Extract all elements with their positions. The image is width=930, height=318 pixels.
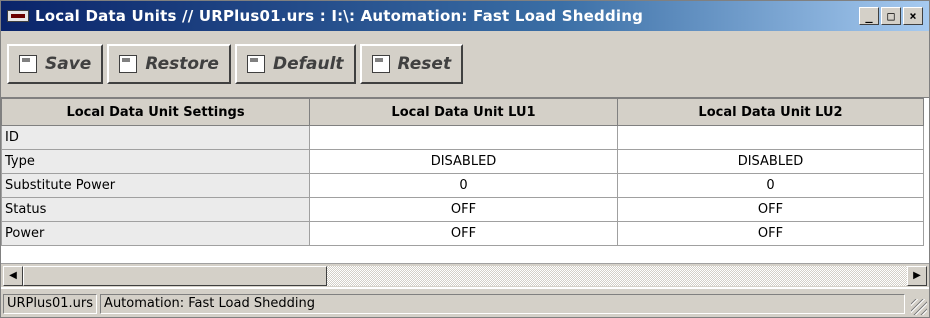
scrollbar-track[interactable] xyxy=(327,266,907,286)
scroll-right-button[interactable]: ▶ xyxy=(907,266,927,286)
restore-icon xyxy=(119,55,138,73)
cell-lu2-power[interactable]: OFF xyxy=(617,221,924,246)
restore-button[interactable]: Restore xyxy=(107,44,231,84)
cell-lu2-id[interactable] xyxy=(617,125,924,150)
table-row: Status OFF OFF xyxy=(1,197,924,222)
column-header-lu1[interactable]: Local Data Unit LU1 xyxy=(309,98,618,126)
default-icon xyxy=(246,55,265,73)
status-path: Automation: Fast Load Shedding xyxy=(100,294,905,314)
row-label-id: ID xyxy=(1,125,310,150)
default-label: Default xyxy=(272,54,344,74)
save-icon xyxy=(19,55,37,73)
table-header-row: Local Data Unit Settings Local Data Unit… xyxy=(1,98,924,126)
table-row: ID xyxy=(1,125,924,150)
table-row: Substitute Power 0 0 xyxy=(1,173,924,198)
close-button[interactable]: × xyxy=(903,7,923,25)
settings-grid: Local Data Unit Settings Local Data Unit… xyxy=(1,97,929,289)
save-label: Save xyxy=(45,54,92,74)
horizontal-scrollbar[interactable]: ◀ ▶ xyxy=(1,263,929,287)
reset-icon xyxy=(371,55,390,73)
cell-lu1-type[interactable]: DISABLED xyxy=(309,149,618,174)
status-file-name: URPlus01.urs xyxy=(3,294,98,314)
cell-lu2-status[interactable]: OFF xyxy=(617,197,924,222)
app-icon[interactable] xyxy=(7,10,29,22)
row-label-type: Type xyxy=(1,149,310,174)
resize-grip-icon[interactable] xyxy=(911,299,927,315)
status-bar: URPlus01.urs Automation: Fast Load Shedd… xyxy=(1,291,929,317)
window-controls: _ □ × xyxy=(859,7,923,25)
save-button[interactable]: Save xyxy=(7,44,104,84)
window-title: Local Data Units // URPlus01.urs : I:\: … xyxy=(35,7,644,25)
table-row: Power OFF OFF xyxy=(1,221,924,246)
toolbar: Save Restore Default Reset xyxy=(1,31,929,97)
cell-lu2-type[interactable]: DISABLED xyxy=(617,149,924,174)
table-row: Type DISABLED DISABLED xyxy=(1,149,924,174)
reset-button[interactable]: Reset xyxy=(359,44,464,84)
row-label-power: Power xyxy=(1,221,310,246)
cell-lu1-status[interactable]: OFF xyxy=(309,197,618,222)
cell-lu1-substitute-power[interactable]: 0 xyxy=(309,173,618,198)
cell-lu2-substitute-power[interactable]: 0 xyxy=(617,173,924,198)
maximize-button[interactable]: □ xyxy=(881,7,901,25)
column-header-settings[interactable]: Local Data Unit Settings xyxy=(1,98,310,126)
settings-window: Local Data Units // URPlus01.urs : I:\: … xyxy=(0,0,930,318)
reset-label: Reset xyxy=(397,54,452,74)
cell-lu1-id[interactable] xyxy=(309,125,618,150)
column-header-lu2[interactable]: Local Data Unit LU2 xyxy=(617,98,924,126)
cell-lu1-power[interactable]: OFF xyxy=(309,221,618,246)
title-bar[interactable]: Local Data Units // URPlus01.urs : I:\: … xyxy=(1,1,929,31)
default-button[interactable]: Default xyxy=(234,44,356,84)
row-label-status: Status xyxy=(1,197,310,222)
scrollbar-thumb[interactable] xyxy=(23,266,327,286)
settings-table: Local Data Unit Settings Local Data Unit… xyxy=(1,98,924,246)
scroll-left-button[interactable]: ◀ xyxy=(3,266,23,286)
minimize-button[interactable]: _ xyxy=(859,7,879,25)
restore-label: Restore xyxy=(145,54,219,74)
row-label-substitute-power: Substitute Power xyxy=(1,173,310,198)
